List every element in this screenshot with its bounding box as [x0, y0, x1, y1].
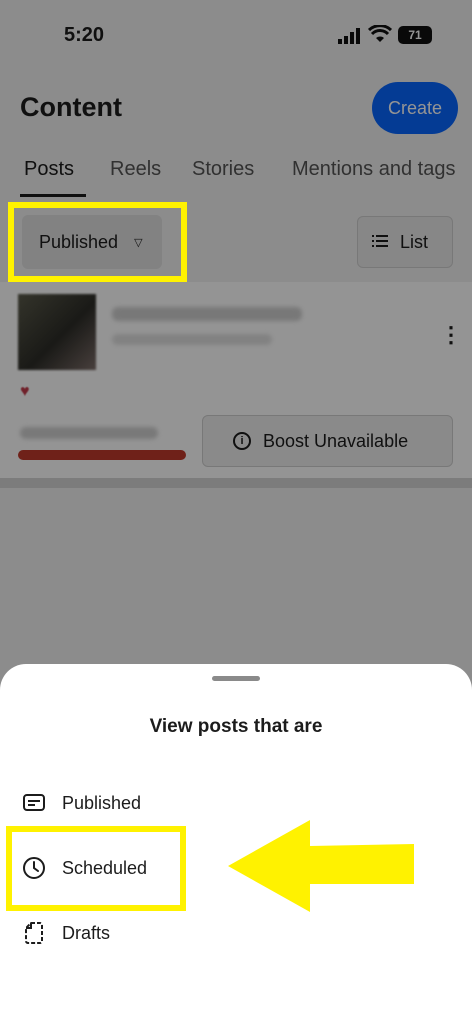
sheet-drag-handle[interactable]	[212, 676, 260, 681]
published-dropdown-highlight	[8, 202, 187, 282]
option-drafts-label: Drafts	[62, 922, 111, 943]
option-published-label: Published	[62, 792, 142, 813]
message-square-icon	[23, 794, 45, 811]
option-published[interactable]: Published	[22, 788, 141, 818]
file-icon	[25, 922, 43, 944]
scheduled-option-highlight	[6, 826, 186, 911]
arrow-left-icon	[228, 820, 414, 912]
option-drafts[interactable]: Drafts	[22, 918, 110, 948]
sheet-title: View posts that are	[149, 716, 323, 737]
